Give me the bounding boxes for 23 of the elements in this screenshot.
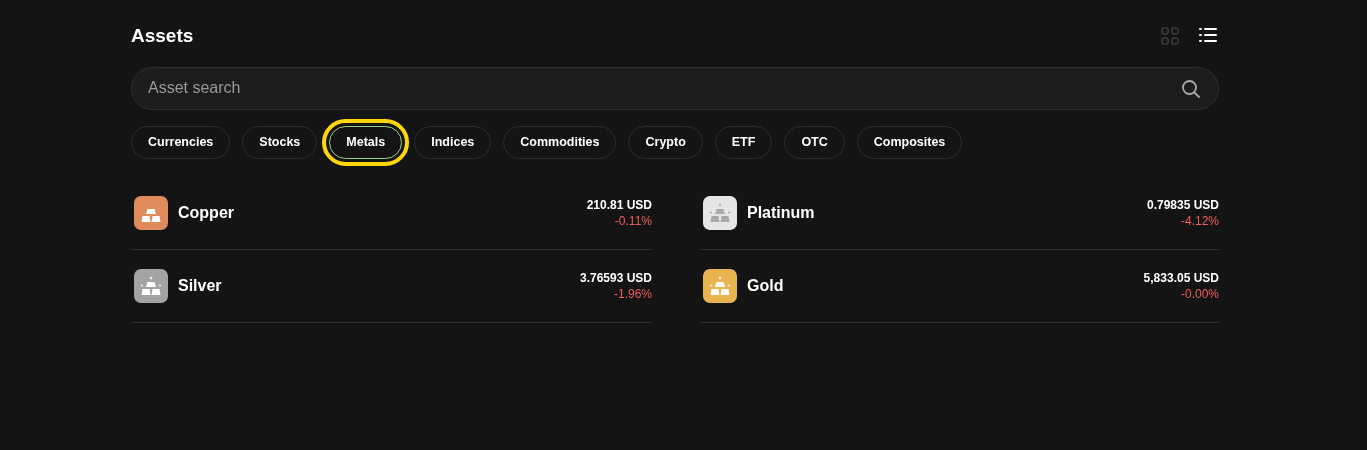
category-chip[interactable]: ETF [714,125,773,159]
asset-price: 5,833.05 USD [1143,269,1219,286]
page-title: Assets [131,24,194,48]
category-chip[interactable]: Crypto [628,125,703,159]
category-chip[interactable]: Commodities [503,125,617,159]
search-icon[interactable] [1181,78,1201,99]
asset-name: Platinum [747,202,815,223]
category-chip[interactable]: OTC [784,125,845,159]
category-chip[interactable]: Stocks [242,125,318,159]
asset-name: Gold [747,275,784,296]
category-chip[interactable]: Indices [414,125,492,159]
category-chip[interactable]: Currencies [131,125,231,159]
asset-price: 0.79835 USD [1146,196,1219,213]
asset-name: Silver [178,275,222,296]
asset-change: -1.96% [612,285,652,302]
category-chip[interactable]: Composites [856,125,963,159]
search-field[interactable]: Asset search [131,66,1219,110]
asset-name: Copper [178,202,234,223]
asset-change: -0.00% [1179,285,1219,302]
asset-change: -4.12% [1179,212,1219,229]
asset-price: 3.76593 USD [579,269,652,286]
asset-change: -0.11% [613,212,652,229]
asset-price: 210.81 USD [586,196,652,213]
